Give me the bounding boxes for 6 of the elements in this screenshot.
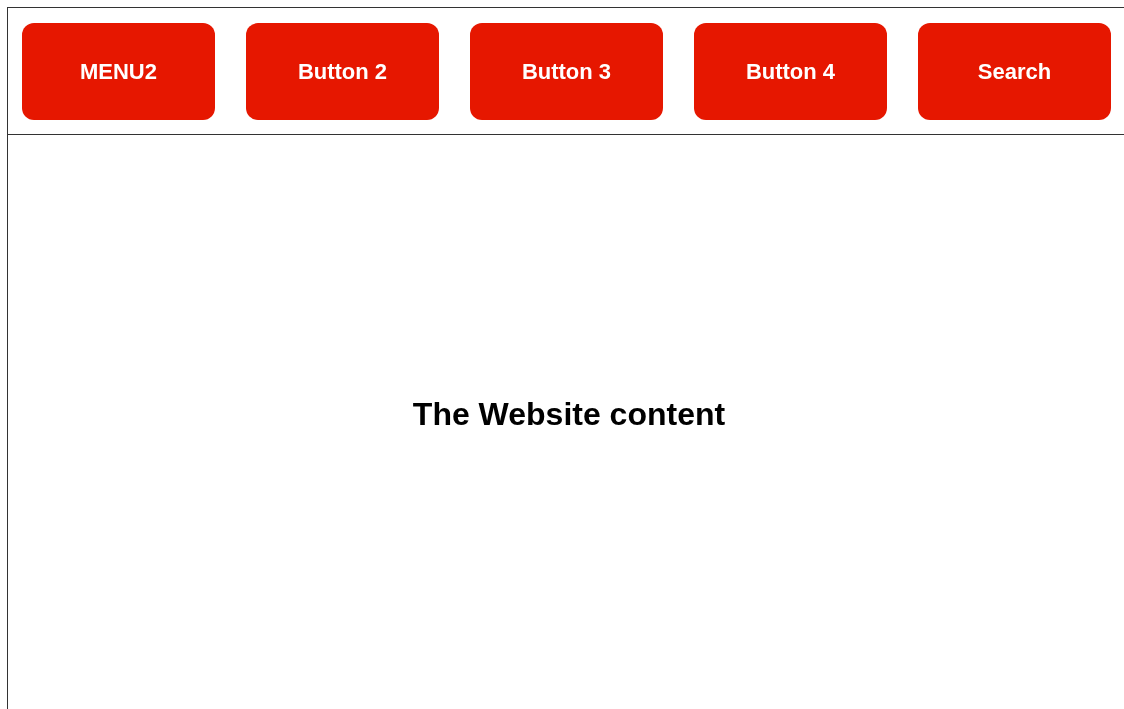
nav-button[interactable]: Button 3 <box>470 23 663 120</box>
nav-button[interactable]: Search <box>918 23 1111 120</box>
nav-button[interactable]: Button 2 <box>246 23 439 120</box>
content-heading: The Website content <box>412 396 726 433</box>
nav-button[interactable]: MENU2 <box>22 23 215 120</box>
nav-button[interactable]: Button 4 <box>694 23 887 120</box>
